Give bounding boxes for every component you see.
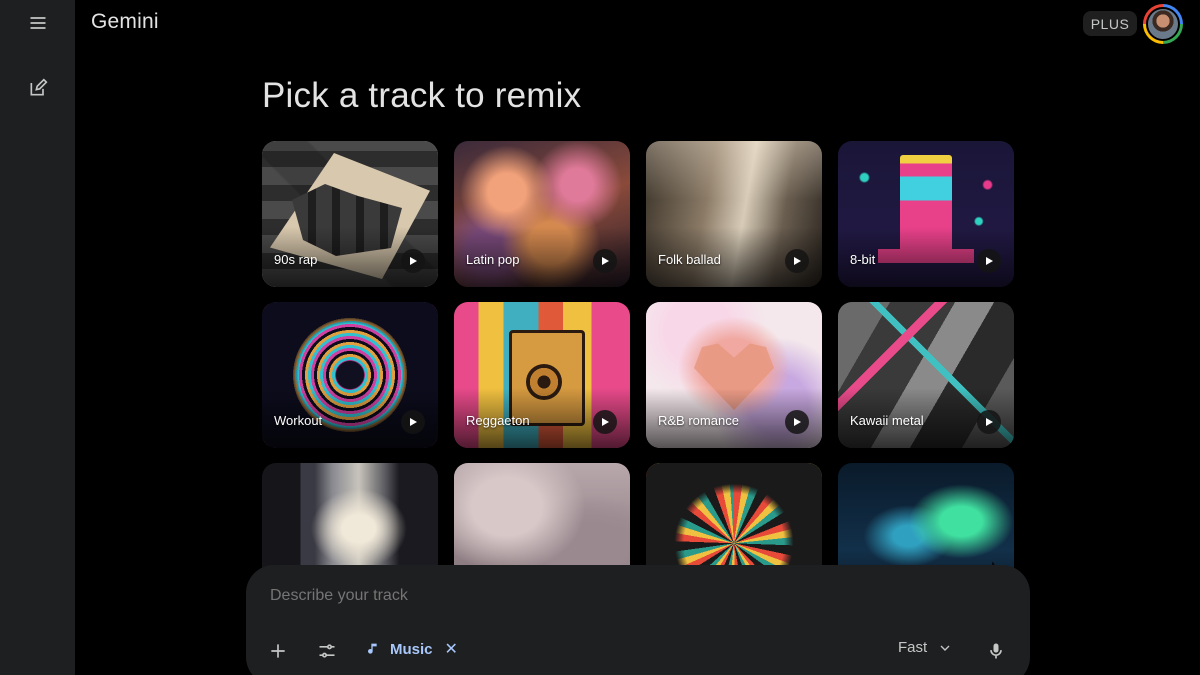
sidebar <box>0 0 75 675</box>
model-speed-selector[interactable]: Fast <box>898 639 953 656</box>
app-title[interactable]: Gemini <box>91 10 159 34</box>
play-icon <box>410 418 417 426</box>
music-chip[interactable]: Music ✕ <box>366 639 458 659</box>
track-label: Reggaeton <box>466 413 530 428</box>
play-button[interactable] <box>785 249 809 273</box>
speed-label: Fast <box>898 639 928 656</box>
play-button[interactable] <box>401 249 425 273</box>
edit-icon <box>30 78 48 96</box>
play-button[interactable] <box>401 410 425 434</box>
new-chat-button[interactable] <box>22 72 54 104</box>
track-label: 90s rap <box>274 252 318 267</box>
play-icon <box>794 418 801 426</box>
play-icon <box>794 257 801 265</box>
play-icon <box>986 418 993 426</box>
play-button[interactable] <box>785 410 809 434</box>
play-button[interactable] <box>593 410 617 434</box>
track-card[interactable]: Kawaii metal <box>838 302 1014 448</box>
tune-icon <box>319 644 335 658</box>
music-note-icon <box>368 643 377 654</box>
menu-button[interactable] <box>22 7 54 39</box>
play-button[interactable] <box>977 410 1001 434</box>
mic-icon <box>990 643 1002 659</box>
avatar[interactable] <box>1143 4 1183 44</box>
prompt-composer: Music ✕ Fast <box>246 565 1030 675</box>
music-chip-label: Music <box>390 640 433 658</box>
play-icon <box>986 257 993 265</box>
track-card[interactable]: 90s rap <box>262 141 438 287</box>
prompt-input[interactable] <box>270 587 870 605</box>
chevron-down-icon <box>940 645 950 651</box>
track-card[interactable]: 8-bit <box>838 141 1014 287</box>
play-icon <box>602 418 609 426</box>
track-label: R&B romance <box>658 413 739 428</box>
play-icon <box>410 257 417 265</box>
avatar-image <box>1146 7 1180 41</box>
track-card[interactable]: Latin pop <box>454 141 630 287</box>
track-label: 8-bit <box>850 252 876 267</box>
track-label: Folk ballad <box>658 252 721 267</box>
mic-button[interactable] <box>986 639 1006 663</box>
play-button[interactable] <box>977 249 1001 273</box>
track-label: Workout <box>274 413 323 428</box>
track-card[interactable]: Folk ballad <box>646 141 822 287</box>
tools-button[interactable] <box>317 639 337 663</box>
track-card[interactable]: Reggaeton <box>454 302 630 448</box>
menu-icon <box>30 17 46 29</box>
add-button[interactable] <box>268 639 288 663</box>
track-label: Latin pop <box>466 252 520 267</box>
page-title: Pick a track to remix <box>262 76 582 115</box>
plus-icon <box>271 644 285 658</box>
plan-badge[interactable]: PLUS <box>1083 11 1137 36</box>
play-button[interactable] <box>593 249 617 273</box>
track-label: Kawaii metal <box>850 413 924 428</box>
play-icon <box>602 257 609 265</box>
track-card[interactable]: Workout <box>262 302 438 448</box>
close-icon[interactable]: ✕ <box>445 639 458 659</box>
track-card[interactable]: R&B romance <box>646 302 822 448</box>
